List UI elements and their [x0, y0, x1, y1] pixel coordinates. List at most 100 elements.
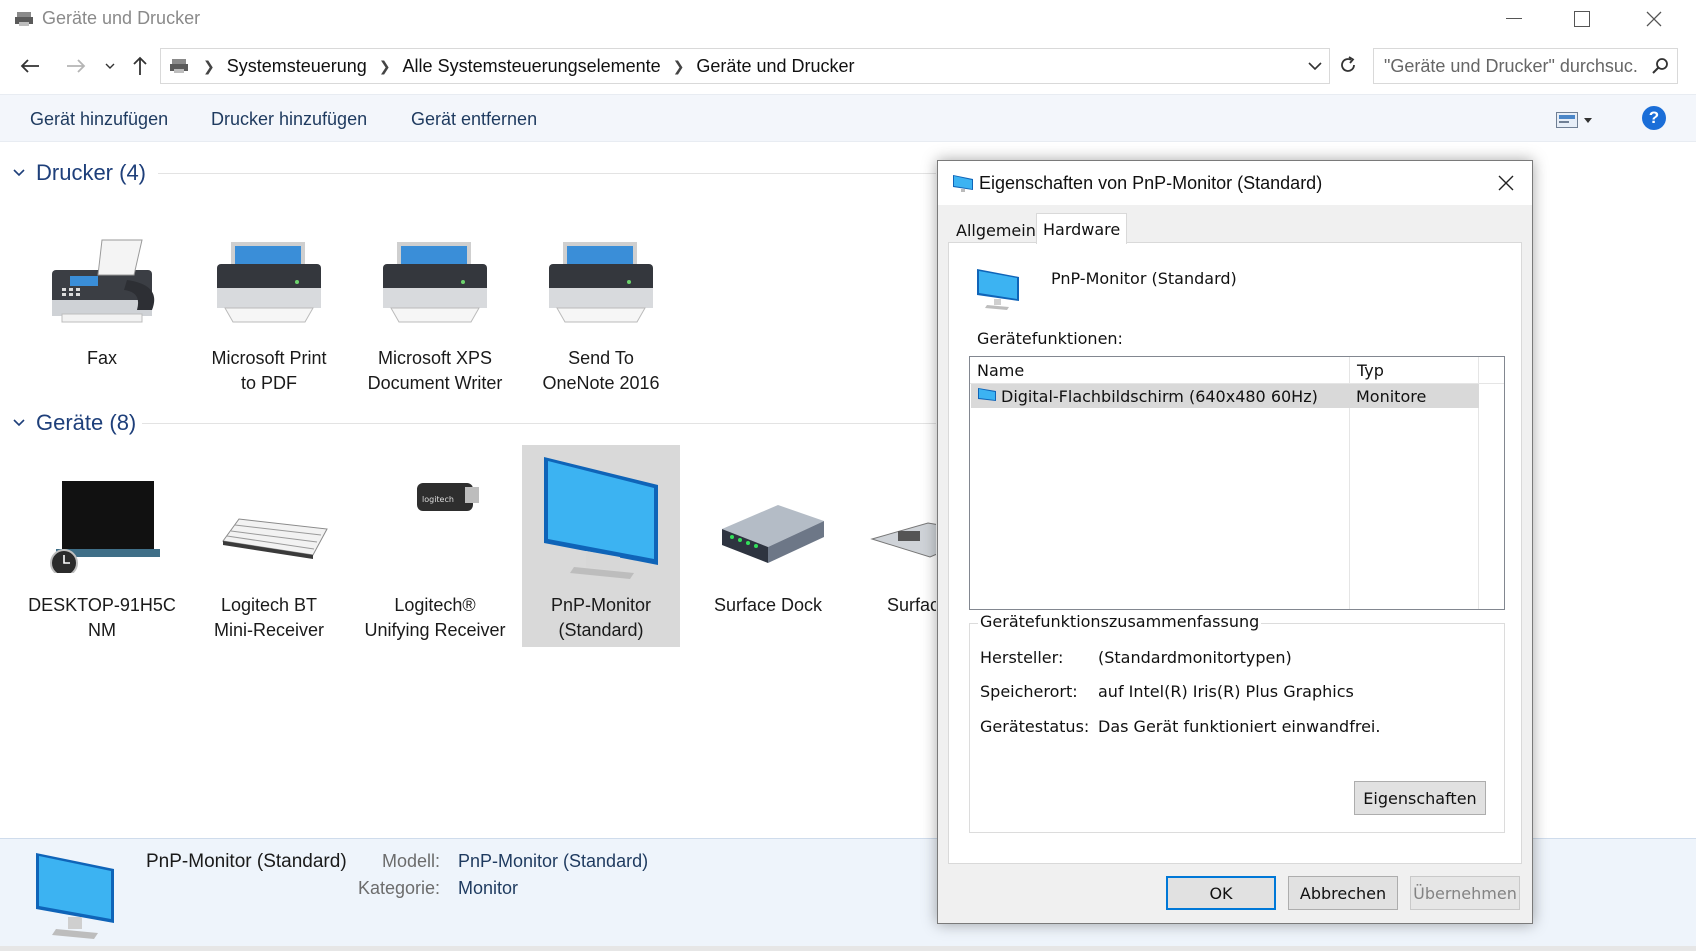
device-label: Fax	[86, 348, 117, 368]
chevron-down-icon	[105, 63, 115, 69]
column-header-type[interactable]: Typ	[1350, 357, 1478, 384]
view-icon	[1556, 112, 1578, 128]
device-tile-logitech-unifying[interactable]: logitech Logitech® Unifying Receiver	[356, 445, 514, 647]
minimize-icon	[1506, 18, 1522, 19]
monitor-icon	[953, 175, 973, 192]
details-model-key: Modell:	[381, 851, 440, 871]
device-tile-xps-writer[interactable]: Microsoft XPS Document Writer	[356, 212, 514, 414]
up-button[interactable]	[126, 52, 154, 80]
chevron-down-icon	[13, 169, 25, 177]
minimize-button[interactable]	[1480, 0, 1548, 38]
chevron-right-icon: ❯	[203, 57, 215, 74]
group-divider	[158, 173, 936, 174]
table-row[interactable]: Digital-Flachbildschirm (640x480 60Hz) M…	[971, 384, 1479, 408]
device-label: Microsoft XPS Document Writer	[367, 348, 503, 393]
printer-icon	[383, 242, 487, 323]
monitor-icon	[544, 457, 658, 579]
back-button[interactable]	[16, 52, 44, 80]
device-functions-list[interactable]: Name Typ Digital-Flachbildschirm (640x48…	[969, 356, 1505, 610]
apply-button[interactable]: Übernehmen	[1410, 876, 1520, 910]
device-label: Logitech® Unifying Receiver	[364, 595, 506, 640]
caret-down-icon	[1584, 117, 1592, 123]
refresh-button[interactable]	[1333, 50, 1363, 80]
printer-icon	[217, 242, 321, 323]
device-label: Surface Dock	[713, 595, 823, 615]
details-device-name: PnP-Monitor (Standard)	[146, 851, 347, 872]
device-tile-desktop[interactable]: DESKTOP-91H5C NM	[23, 445, 181, 647]
details-model-value: PnP-Monitor (Standard)	[458, 851, 649, 871]
device-tile-surface-dock[interactable]: Surface Dock	[689, 445, 847, 647]
add-device-button[interactable]: Gerät hinzufügen	[30, 109, 168, 130]
monitor-icon	[36, 853, 114, 939]
devices-printers-icon	[15, 12, 33, 26]
address-bar[interactable]: ❯ Systemsteuerung ❯ Alle Systemsteuerung…	[160, 48, 1330, 84]
properties-button[interactable]: Eigenschaften	[1354, 781, 1486, 815]
tab-hardware[interactable]: Hardware	[1036, 213, 1128, 244]
chevron-down-icon	[13, 419, 25, 427]
remove-device-button[interactable]: Gerät entfernen	[411, 109, 537, 130]
close-window-button[interactable]	[1620, 0, 1688, 38]
device-label: Microsoft Print to PDF	[211, 348, 327, 393]
column-header-name[interactable]: Name	[970, 357, 1350, 384]
device-tile-logitech-bt[interactable]: Logitech BT Mini-Receiver	[190, 445, 348, 647]
device-label: Send To OneNote 2016	[542, 348, 660, 393]
chevron-right-icon: ❯	[378, 57, 391, 74]
forward-button[interactable]	[62, 52, 90, 80]
device-label: Surfac	[887, 595, 936, 615]
tab-allgemein[interactable]: Allgemein	[950, 217, 1042, 243]
breadcrumb-item[interactable]: Systemsteuerung	[227, 56, 367, 77]
breadcrumb-item[interactable]: Geräte und Drucker	[696, 56, 854, 77]
hardware-tab-panel: PnP-Monitor (Standard) Gerätefunktionen:…	[948, 242, 1522, 864]
search-box[interactable]	[1373, 48, 1678, 84]
fax-icon	[52, 239, 155, 323]
address-history-button[interactable]	[1301, 49, 1329, 83]
device-tile-fax[interactable]: Fax	[23, 212, 181, 414]
ok-button[interactable]: OK	[1166, 876, 1276, 910]
maximize-button[interactable]	[1548, 0, 1616, 38]
cancel-button[interactable]: Abbrechen	[1288, 876, 1398, 910]
group-header-printers[interactable]: Drucker (4)	[12, 160, 146, 186]
row-type: Monitore	[1356, 387, 1427, 406]
group-header-devices[interactable]: Geräte (8)	[12, 410, 136, 436]
device-tile-onenote[interactable]: Send To OneNote 2016	[522, 212, 680, 414]
breadcrumb-item[interactable]: Alle Systemsteuerungselemente	[403, 56, 661, 77]
monitor-icon	[978, 388, 996, 401]
refresh-icon	[1341, 56, 1355, 72]
group-divider	[142, 423, 936, 424]
device-tile-print-to-pdf[interactable]: Microsoft Print to PDF	[190, 212, 348, 414]
search-input[interactable]	[1384, 53, 1639, 79]
svg-text:logitech: logitech	[422, 495, 454, 504]
properties-dialog: Eigenschaften von PnP-Monitor (Standard)…	[937, 160, 1533, 924]
laptop-icon	[50, 481, 160, 573]
search-icon[interactable]	[1651, 57, 1669, 75]
chevron-right-icon: ❯	[672, 57, 685, 74]
summary-key-status: Gerätestatus:	[980, 717, 1090, 736]
function-summary-group: Gerätefunktionszusammenfassung Herstelle…	[969, 612, 1505, 833]
summary-key-location: Speicherort:	[980, 682, 1078, 701]
help-button[interactable]: ?	[1642, 106, 1666, 130]
device-functions-label: Gerätefunktionen:	[977, 329, 1123, 348]
summary-value-location: auf Intel(R) Iris(R) Plus Graphics	[1098, 682, 1354, 701]
list-header: Name Typ	[970, 357, 1504, 384]
add-printer-button[interactable]: Drucker hinzufügen	[211, 109, 367, 130]
group-title: Geräte (8)	[36, 410, 137, 435]
chevron-down-icon	[1308, 62, 1322, 70]
arrow-right-icon	[67, 59, 86, 73]
dialog-close-button[interactable]	[1488, 167, 1524, 199]
summary-title: Gerätefunktionszusammenfassung	[978, 612, 1262, 631]
details-category-value: Monitor	[458, 878, 519, 898]
dock-icon	[722, 505, 824, 563]
device-label: PnP-Monitor (Standard)	[550, 595, 652, 640]
device-tile-pnp-monitor[interactable]: PnP-Monitor (Standard)	[522, 445, 680, 647]
control-panel-icon	[170, 59, 188, 73]
change-view-button[interactable]	[1556, 109, 1598, 131]
window-bottom-edge	[0, 946, 1696, 951]
summary-value-manufacturer: (Standardmonitortypen)	[1098, 648, 1292, 667]
recent-locations-button[interactable]	[96, 52, 124, 80]
window-title: Geräte und Drucker	[42, 8, 201, 28]
device-label: DESKTOP-91H5C NM	[28, 595, 176, 640]
device-tile-surface[interactable]: Surfac	[856, 445, 936, 647]
device-label: Logitech BT Mini-Receiver	[213, 595, 325, 640]
arrow-left-icon	[20, 59, 39, 73]
close-icon	[1498, 175, 1514, 191]
